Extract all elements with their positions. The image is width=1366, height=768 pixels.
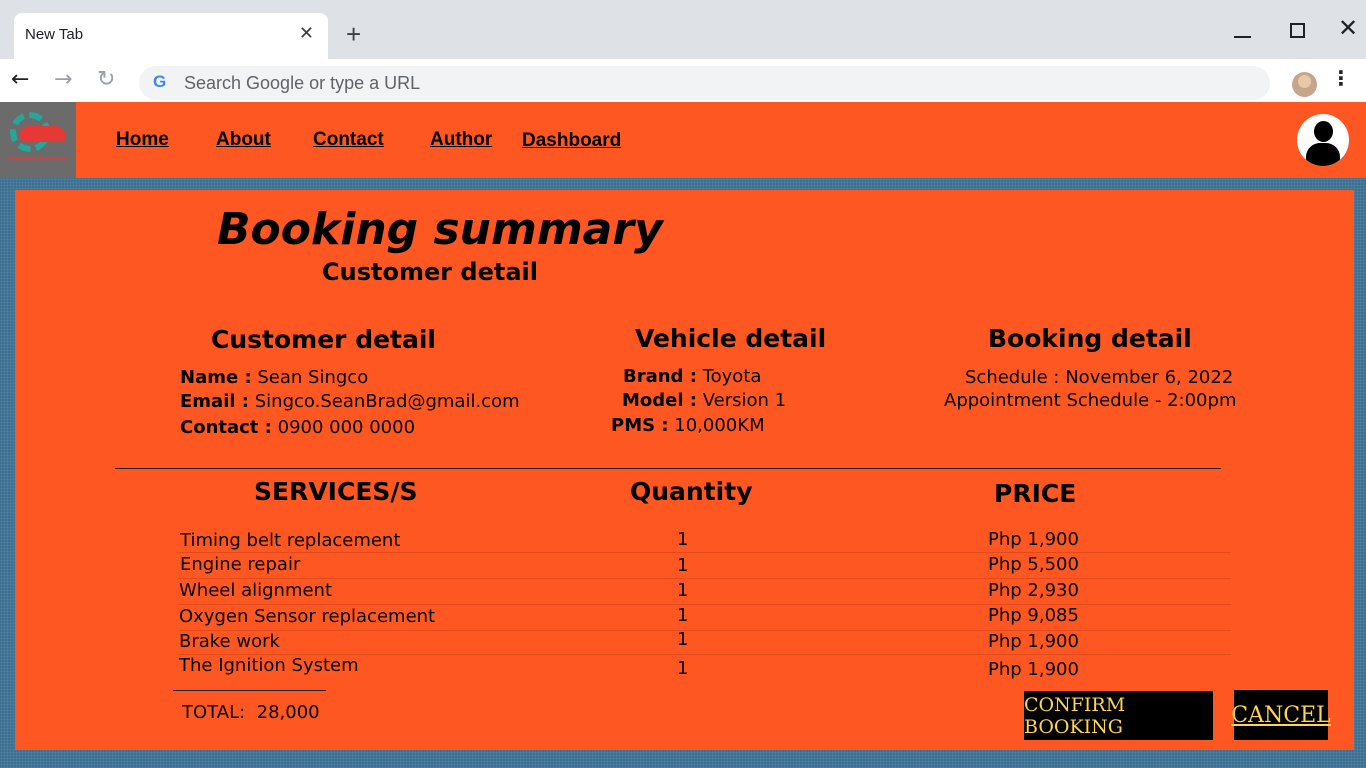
service-price: Php 1,900 [988, 659, 1079, 680]
confirm-booking-button[interactable]: CONFIRM BOOKING [1024, 691, 1213, 740]
vehicle-heading: Vehicle detail [635, 324, 827, 353]
service-qty: 1 [677, 658, 689, 679]
reload-icon[interactable]: ↻ [97, 69, 115, 91]
nav-link-home[interactable]: Home [116, 129, 169, 151]
total-value: 28,000 [256, 702, 320, 723]
logo-wordmark [8, 157, 68, 160]
service-name: The Ignition System [179, 655, 359, 676]
forward-arrow-icon[interactable]: → [54, 69, 72, 91]
customer-contact-line: Contact : 0900 000 0000 [180, 417, 415, 438]
service-name: Wheel alignment [179, 580, 333, 601]
customer-name: Sean Singco [257, 367, 369, 388]
omnibox[interactable]: G Search Google or type a URL [139, 66, 1270, 100]
row-divider [178, 552, 1231, 553]
service-qty: 1 [677, 580, 689, 601]
total-line: TOTAL: 28,000 [182, 702, 320, 723]
vehicle-model-line: Model : Version 1 [622, 390, 786, 411]
page-subtitle: Customer detail [322, 258, 538, 286]
cancel-button[interactable]: CANCEL [1231, 690, 1331, 740]
vehicle-pms: 10,000KM [674, 415, 765, 436]
name-label: Name : [180, 367, 252, 388]
browser-tab[interactable]: New Tab ✕ [14, 13, 328, 59]
customer-email: Singco.SeanBrad@gmail.com [254, 391, 520, 412]
quantity-column-header: Quantity [630, 477, 753, 506]
site-logo[interactable] [0, 102, 76, 178]
price-column-header: PRICE [994, 479, 1077, 508]
service-name: Engine repair [180, 554, 301, 575]
site-navbar: Home About Contact Author Dashboard [0, 102, 1366, 178]
email-label: Email : [180, 391, 250, 412]
service-name: Brake work [179, 631, 280, 652]
minimize-icon[interactable] [1234, 36, 1251, 38]
user-body-shape [1306, 143, 1340, 166]
profile-avatar[interactable] [1292, 72, 1317, 97]
customer-email-line: Email : Singco.SeanBrad@gmail.com [180, 391, 520, 412]
customer-heading: Customer detail [211, 325, 436, 354]
customer-name-line: Name : Sean Singco [180, 367, 368, 388]
service-price: Php 1,900 [988, 529, 1079, 550]
booking-heading: Booking detail [988, 324, 1192, 353]
tab-title: New Tab [25, 26, 84, 43]
omnibox-placeholder[interactable]: Search Google or type a URL [184, 73, 420, 94]
service-price: Php 1,900 [988, 631, 1079, 652]
tab-close-icon[interactable]: ✕ [299, 25, 314, 43]
maximize-icon[interactable] [1290, 23, 1305, 38]
new-tab-icon[interactable]: + [346, 21, 361, 47]
contact-label: Contact : [180, 417, 272, 438]
vehicle-brand-line: Brand : Toyota [623, 366, 761, 387]
customer-contact: 0900 000 0000 [277, 417, 416, 438]
row-divider [178, 578, 1231, 579]
more-options-icon[interactable]: ⋮ [1331, 68, 1351, 88]
total-rule [173, 690, 326, 691]
nav-link-about[interactable]: About [216, 129, 271, 151]
car-logo-icon [20, 126, 66, 142]
booking-appointment: Appointment Schedule - 2:00pm [944, 390, 1237, 411]
booking-schedule: Schedule : November 6, 2022 [965, 367, 1234, 388]
user-avatar-icon[interactable] [1297, 114, 1349, 166]
service-price: Php 2,930 [988, 580, 1079, 601]
service-qty: 1 [677, 529, 689, 550]
user-head-shape [1314, 121, 1333, 142]
nav-link-author[interactable]: Author [430, 129, 492, 151]
pms-label: PMS : [611, 415, 669, 436]
section-divider [115, 468, 1221, 469]
nav-link-dashboard[interactable]: Dashboard [522, 130, 621, 152]
service-qty: 1 [677, 555, 689, 576]
close-window-icon[interactable]: ✕ [1338, 16, 1358, 40]
vehicle-model: Version 1 [702, 390, 787, 411]
service-qty: 1 [677, 629, 689, 650]
model-label: Model : [622, 390, 698, 411]
google-icon: G [153, 72, 167, 91]
service-name: Oxygen Sensor replacement [179, 606, 436, 627]
total-label: TOTAL: [182, 702, 246, 723]
page-title: Booking summary [217, 204, 663, 255]
nav-link-contact[interactable]: Contact [313, 129, 384, 151]
browser-tabstrip: New Tab ✕ + ✕ [0, 0, 1366, 59]
service-price: Php 9,085 [988, 605, 1079, 626]
service-name: Timing belt replacement [180, 530, 401, 551]
service-qty: 1 [677, 605, 689, 626]
brand-label: Brand : [623, 366, 697, 387]
vehicle-brand: Toyota [702, 366, 762, 387]
back-arrow-icon[interactable]: ← [11, 69, 29, 91]
service-price: Php 5,500 [988, 554, 1079, 575]
vehicle-pms-line: PMS : 10,000KM [611, 415, 765, 436]
services-column-header: SERVICES/S [254, 477, 418, 506]
browser-toolbar: ← → ↻ G Search Google or type a URL ⋮ [0, 59, 1366, 102]
